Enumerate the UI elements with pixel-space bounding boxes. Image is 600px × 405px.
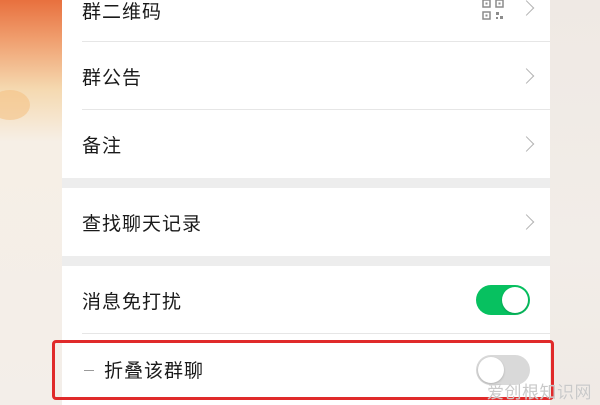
- do-not-disturb-toggle[interactable]: [476, 285, 530, 315]
- search-chat-history-label: 查找聊天记录: [82, 212, 203, 235]
- group-qrcode-row[interactable]: 群二维码: [62, 0, 550, 42]
- background-image-left: [0, 0, 62, 405]
- watermark-text: 爱创根知识网: [487, 383, 592, 403]
- background-image-right: [550, 0, 600, 405]
- toggle-knob: [502, 287, 528, 313]
- dash-mark: [84, 369, 94, 371]
- remark-label: 备注: [82, 134, 123, 157]
- chevron-right-icon: [518, 68, 535, 84]
- chat-settings-panel: 群二维码 群公告 备注 查找聊天记录 消息免打扰 折叠该群聊: [62, 0, 550, 405]
- qrcode-icon: [482, 0, 504, 20]
- chevron-right-icon: [518, 136, 535, 152]
- chevron-right-icon: [518, 214, 535, 230]
- do-not-disturb-label: 消息免打扰: [82, 290, 183, 313]
- chevron-right-icon: [518, 0, 535, 16]
- group-qrcode-label: 群二维码: [82, 0, 163, 23]
- do-not-disturb-row: 消息免打扰: [62, 266, 550, 334]
- fold-group-chat-row: 折叠该群聊: [62, 334, 550, 405]
- group-notice-row[interactable]: 群公告: [62, 42, 550, 110]
- remark-row[interactable]: 备注: [62, 110, 550, 178]
- group-notice-label: 群公告: [82, 66, 143, 89]
- background-blob: [0, 90, 30, 120]
- search-chat-history-row[interactable]: 查找聊天记录: [62, 188, 550, 256]
- fold-group-chat-label: 折叠该群聊: [104, 360, 205, 382]
